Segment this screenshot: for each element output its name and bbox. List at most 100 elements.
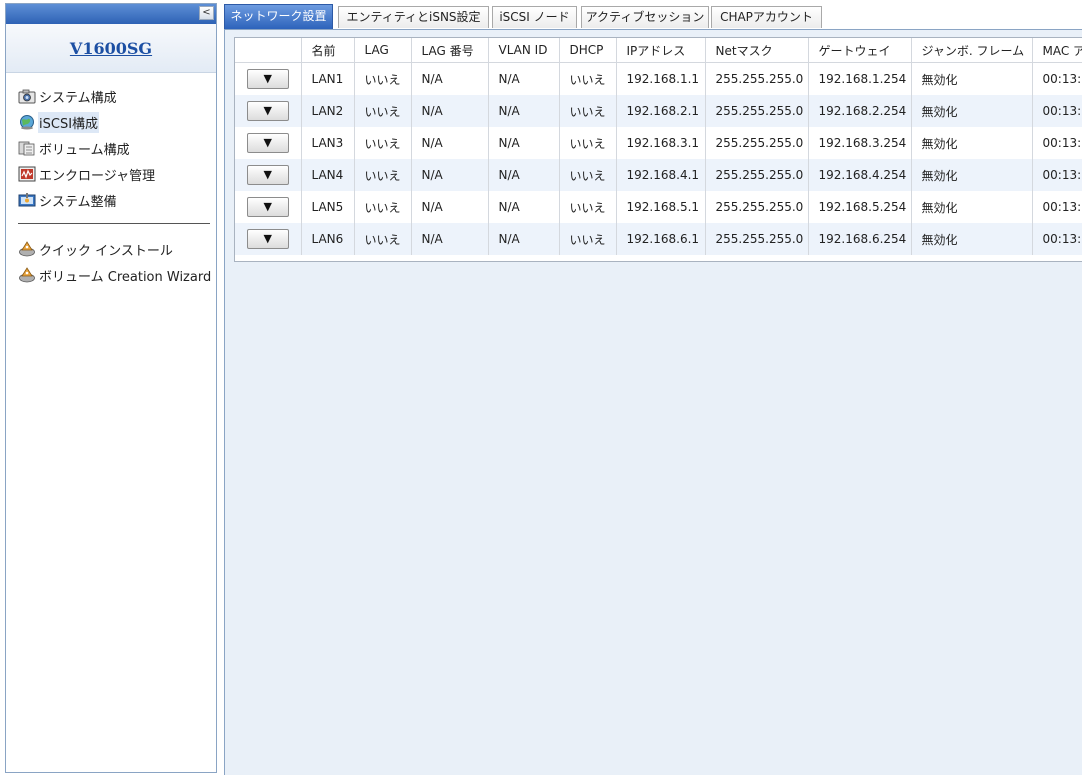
- cell-lag: いいえ: [354, 159, 412, 191]
- cell-ip-address: 192.168.2.1: [616, 95, 706, 127]
- cell-netmask: 255.255.255.0: [705, 62, 809, 95]
- cell-lag-number: N/A: [411, 127, 489, 159]
- cell-jumbo-frame: 無効化: [911, 62, 1033, 95]
- cell-mac-address: 00:13:7: [1032, 127, 1082, 159]
- column-header-dhcp[interactable]: DHCP: [559, 38, 617, 63]
- cell-mac-address: 00:13:7: [1032, 62, 1082, 95]
- cell-jumbo-frame: 無効化: [911, 159, 1033, 191]
- app-window: < V1600SG システム構成 iSCSI構成 ボリューム構成 エンクロージャ…: [0, 0, 1082, 775]
- table-header-row: 名前 LAG LAG 番号 VLAN ID DHCP IPアドレス Netマスク…: [235, 38, 1082, 63]
- nav-item-system-maintenance[interactable]: システム整備: [6, 187, 216, 213]
- row-action-cell: ▼: [235, 62, 302, 95]
- cell-vlan-id: N/A: [488, 127, 560, 159]
- cell-lag: いいえ: [354, 127, 412, 159]
- cell-gateway: 192.168.5.254: [808, 191, 912, 223]
- cell-ip-address: 192.168.4.1: [616, 159, 706, 191]
- cell-name: LAN2: [301, 95, 355, 127]
- cell-lag: いいえ: [354, 62, 412, 95]
- cell-vlan-id: N/A: [488, 159, 560, 191]
- column-header-vlan-id[interactable]: VLAN ID: [488, 38, 560, 63]
- row-action-cell: ▼: [235, 191, 302, 223]
- nav-label: エンクロージャ管理: [39, 168, 156, 184]
- cell-name: LAN1: [301, 62, 355, 95]
- column-header-lag[interactable]: LAG: [354, 38, 412, 63]
- monitor-icon: [18, 166, 36, 182]
- row-menu-button[interactable]: ▼: [246, 229, 289, 249]
- cell-jumbo-frame: 無効化: [911, 191, 1033, 223]
- wizard-icon: [18, 241, 36, 257]
- column-header-gateway[interactable]: ゲートウェイ: [808, 38, 912, 63]
- collapse-sidebar-button[interactable]: <: [199, 6, 214, 20]
- cell-dhcp: いいえ: [559, 127, 617, 159]
- cell-dhcp: いいえ: [559, 95, 617, 127]
- column-header-ip-address[interactable]: IPアドレス: [616, 38, 706, 63]
- cell-dhcp: いいえ: [559, 223, 617, 255]
- cell-vlan-id: N/A: [488, 191, 560, 223]
- tab-iscsi-node[interactable]: iSCSI ノード: [492, 6, 577, 28]
- nav-item-volume-config[interactable]: ボリューム構成: [6, 135, 216, 161]
- cell-jumbo-frame: 無効化: [911, 223, 1033, 255]
- row-action-cell: ▼: [235, 223, 302, 255]
- cell-lag-number: N/A: [411, 159, 489, 191]
- cell-mac-address: 00:13:7: [1032, 159, 1082, 191]
- tab-network-settings[interactable]: ネットワーク設置: [224, 4, 333, 29]
- wizard-icon: [18, 267, 36, 283]
- tab-active-sessions[interactable]: アクティブセッション: [581, 6, 709, 28]
- column-header-mac-address[interactable]: MAC アドレス: [1032, 38, 1082, 63]
- nav-divider: [18, 223, 210, 224]
- nav-item-system-config[interactable]: システム構成: [6, 83, 216, 109]
- table-row[interactable]: ▼ LAN6 いいえ N/A N/A いいえ 192.168.6.1 255.2…: [235, 223, 1082, 255]
- row-menu-button[interactable]: ▼: [246, 197, 289, 217]
- column-header-name[interactable]: 名前: [301, 38, 355, 63]
- cell-dhcp: いいえ: [559, 159, 617, 191]
- device-name-link[interactable]: V1600SG: [70, 39, 152, 58]
- column-header-netmask[interactable]: Netマスク: [705, 38, 809, 63]
- nav-label: システム整備: [39, 194, 117, 210]
- nav-item-volume-creation-wizard[interactable]: ボリューム Creation Wizard: [6, 262, 216, 288]
- tab-entity-isns-settings[interactable]: エンティティとiSNS設定: [338, 6, 489, 28]
- column-header-lag-number[interactable]: LAG 番号: [411, 38, 489, 63]
- nav-label: ボリューム構成: [39, 142, 130, 158]
- cell-ip-address: 192.168.3.1: [616, 127, 706, 159]
- row-menu-button[interactable]: ▼: [246, 69, 289, 89]
- cell-mac-address: 00:13:7: [1032, 95, 1082, 127]
- cell-jumbo-frame: 無効化: [911, 95, 1033, 127]
- cell-lag: いいえ: [354, 95, 412, 127]
- main-panel: ネットワーク設置 エンティティとiSNS設定 iSCSI ノード アクティブセッ…: [224, 3, 1082, 775]
- volume-icon: [18, 140, 36, 156]
- cell-name: LAN5: [301, 191, 355, 223]
- cell-netmask: 255.255.255.0: [705, 191, 809, 223]
- maintenance-icon: [18, 192, 36, 208]
- row-menu-button[interactable]: ▼: [246, 133, 289, 153]
- cell-netmask: 255.255.255.0: [705, 223, 809, 255]
- row-menu-button[interactable]: ▼: [246, 101, 289, 121]
- table-row[interactable]: ▼ LAN5 いいえ N/A N/A いいえ 192.168.5.1 255.2…: [235, 191, 1082, 223]
- tab-chap-accounts[interactable]: CHAPアカウント: [711, 6, 822, 28]
- cell-vlan-id: N/A: [488, 95, 560, 127]
- cell-netmask: 255.255.255.0: [705, 159, 809, 191]
- cell-jumbo-frame: 無効化: [911, 127, 1033, 159]
- row-action-cell: ▼: [235, 127, 302, 159]
- nav-label: iSCSI構成: [38, 111, 100, 133]
- table-row[interactable]: ▼ LAN1 いいえ N/A N/A いいえ 192.168.1.1 255.2…: [235, 62, 1082, 95]
- table-row[interactable]: ▼ LAN4 いいえ N/A N/A いいえ 192.168.4.1 255.2…: [235, 159, 1082, 191]
- tab-bar: ネットワーク設置 エンティティとiSNS設定 iSCSI ノード アクティブセッ…: [224, 3, 1082, 30]
- main-nav: システム構成 iSCSI構成 ボリューム構成 エンクロージャ管理 システム整備: [6, 83, 216, 213]
- nav-label: クイック インストール: [39, 243, 173, 259]
- cell-dhcp: いいえ: [559, 191, 617, 223]
- row-action-cell: ▼: [235, 95, 302, 127]
- cell-gateway: 192.168.6.254: [808, 223, 912, 255]
- cell-netmask: 255.255.255.0: [705, 95, 809, 127]
- column-header-jumbo-frame[interactable]: ジャンボ. フレーム: [911, 38, 1033, 63]
- cell-lag: いいえ: [354, 191, 412, 223]
- nav-item-quick-install[interactable]: クイック インストール: [6, 236, 216, 262]
- table-row[interactable]: ▼ LAN3 いいえ N/A N/A いいえ 192.168.3.1 255.2…: [235, 127, 1082, 159]
- cell-lag-number: N/A: [411, 95, 489, 127]
- cell-ip-address: 192.168.1.1: [616, 62, 706, 95]
- row-menu-button[interactable]: ▼: [246, 165, 289, 185]
- column-header-actions: [235, 38, 302, 63]
- nav-item-enclosure-management[interactable]: エンクロージャ管理: [6, 161, 216, 187]
- table-row[interactable]: ▼ LAN2 いいえ N/A N/A いいえ 192.168.2.1 255.2…: [235, 95, 1082, 127]
- nav-item-iscsi-config[interactable]: iSCSI構成: [6, 109, 216, 135]
- cell-name: LAN3: [301, 127, 355, 159]
